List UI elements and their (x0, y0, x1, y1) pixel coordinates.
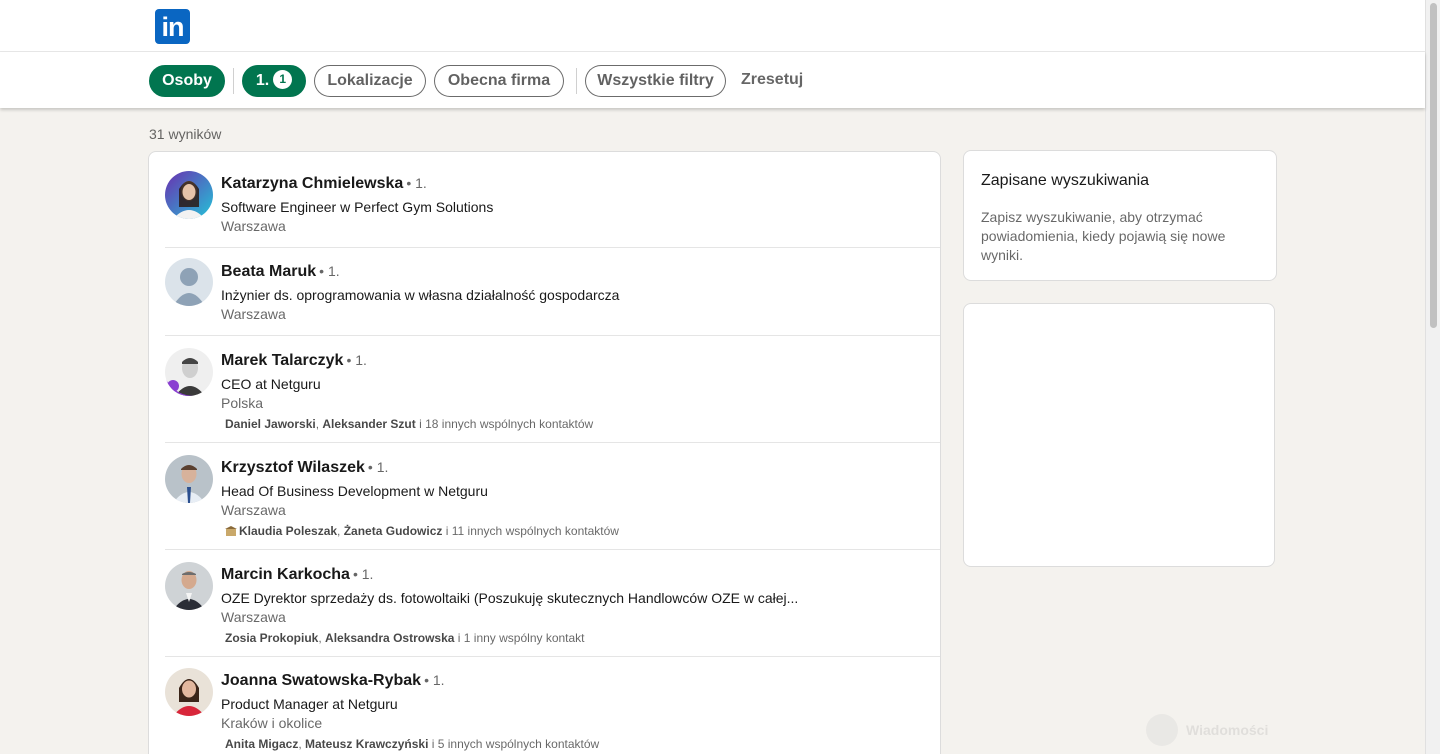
page-scrollbar[interactable] (1425, 0, 1440, 754)
mutual-connections-rest: i 5 innych wspólnych kontaktów (431, 737, 600, 751)
mutual-connections-rest: i 1 inny wspólny kontakt (457, 631, 585, 645)
avatar[interactable] (165, 455, 213, 503)
person-name-link[interactable]: Marek Talarczyk (221, 352, 343, 369)
filter-count-badge: 1 (273, 70, 293, 89)
mutual-connections-rest: i 18 innych wspólnych kontaktów (419, 417, 594, 431)
results-count: 31 wyników (149, 126, 222, 142)
messaging-label: Wiadomości (1186, 722, 1269, 738)
connection-degree: • 1. (367, 459, 389, 475)
connection-degree: • 1. (352, 566, 374, 582)
person-name-link[interactable]: Joanna Swatowska-Rybak (221, 672, 421, 689)
person-location: Kraków i okolice (221, 715, 323, 731)
person-name-link[interactable]: Krzysztof Wilaszek (221, 459, 365, 476)
avatar[interactable] (165, 348, 213, 396)
connection-degree: • 1. (319, 263, 340, 279)
person-location: Polska (221, 395, 264, 411)
result-row[interactable]: Marek Talarczyk • 1. CEO at Netguru Polsk… (149, 336, 940, 443)
filter-locations-button[interactable]: Lokalizacje (314, 65, 426, 97)
mutual-connection-name: Żaneta Gudowicz (343, 524, 443, 538)
connection-degree: • 1. (406, 175, 427, 191)
result-row[interactable]: Joanna Swatowska-Rybak • 1. Product Manag… (149, 657, 940, 754)
person-name-link[interactable]: Marcin Karkocha (221, 566, 350, 583)
result-row[interactable]: Marcin Karkocha • 1. OZE Dyrektor sprzeda… (149, 550, 940, 657)
person-location: Warszawa (221, 609, 286, 625)
filter-people-button[interactable]: Osoby (149, 65, 225, 97)
filter-divider (233, 68, 234, 94)
all-filters-button[interactable]: Wszystkie filtry (585, 65, 726, 97)
filter-divider (576, 68, 577, 94)
reset-filters-button[interactable]: Zresetuj (741, 65, 803, 97)
person-headline: Product Manager at Netguru (221, 696, 398, 712)
connection-degree: • 1. (424, 672, 445, 688)
saved-searches-description: Zapisz wyszukiwanie, aby otrzymać powiad… (981, 209, 1226, 263)
result-row[interactable]: Krzysztof Wilaszek • 1. Head Of Business … (149, 443, 940, 550)
result-row[interactable]: Katarzyna Chmielewska • 1. Software Engin… (149, 152, 940, 248)
avatar[interactable] (165, 258, 213, 306)
mutual-connections[interactable]: Daniel Jaworski, Aleksander Szut i 18 in… (225, 417, 593, 431)
avatar[interactable] (165, 668, 213, 716)
mutual-connection-name: Aleksandra Ostrowska (325, 631, 455, 645)
result-row[interactable]: Beata Maruk • 1. Inżynier ds. oprogramowa… (149, 248, 940, 336)
scrollbar-thumb[interactable] (1430, 3, 1437, 328)
mutual-connections-rest: i 11 innych wspólnych kontaktów (445, 524, 619, 538)
mutual-avatar-icon (225, 525, 237, 536)
person-headline: OZE Dyrektor sprzedaży ds. fotowoltaiki … (221, 590, 799, 606)
person-location: Warszawa (221, 306, 286, 322)
mutual-connection-name: Anita Migacz (225, 737, 299, 751)
person-headline: CEO at Netguru (221, 376, 321, 392)
person-name-link[interactable]: Beata Maruk (221, 263, 316, 280)
saved-searches-title: Zapisane wyszukiwania (981, 172, 1150, 189)
filter-connections-button[interactable]: 1. 1 (242, 65, 306, 97)
avatar[interactable] (165, 562, 213, 610)
search-results-list: Katarzyna Chmielewska • 1. Software Engin… (148, 151, 941, 754)
mutual-connection-name: Aleksander Szut (322, 417, 416, 431)
person-headline: Software Engineer w Perfect Gym Solution… (221, 199, 494, 215)
filter-connections-label: 1. (255, 72, 270, 89)
mutual-connection-name: Klaudia Poleszak (239, 524, 338, 538)
messaging-avatar-icon (1146, 714, 1178, 746)
ad-placeholder (963, 303, 1275, 567)
person-headline: Head Of Business Development w Netguru (221, 483, 488, 499)
saved-searches-card: Zapisane wyszukiwania Zapisz wyszukiwani… (963, 150, 1277, 281)
person-name-link[interactable]: Katarzyna Chmielewska (221, 175, 403, 192)
mutual-connections[interactable]: Klaudia Poleszak, Żaneta Gudowicz i 11 i… (225, 524, 619, 538)
mutual-connection-name: Daniel Jaworski (225, 417, 316, 431)
mutual-connection-name: Zosia Prokopiuk (225, 631, 319, 645)
mutual-connection-name: Mateusz Krawczyński (305, 737, 429, 751)
person-location: Warszawa (221, 502, 286, 518)
person-location: Warszawa (221, 218, 286, 234)
global-nav: in (0, 0, 1425, 52)
person-headline: Inżynier ds. oprogramowania w własna dzi… (221, 287, 620, 303)
connection-degree: • 1. (346, 352, 367, 368)
linkedin-logo-icon[interactable]: in (155, 9, 190, 44)
mutual-connections[interactable]: Anita Migacz, Mateusz Krawczyński i 5 in… (225, 737, 599, 751)
filter-current-company-button[interactable]: Obecna firma (434, 65, 564, 97)
search-filter-bar: Osoby 1. 1 Lokalizacje Obecna firma Wszys… (0, 52, 1425, 108)
avatar[interactable] (165, 171, 213, 219)
mutual-connections[interactable]: Zosia Prokopiuk, Aleksandra Ostrowska i … (225, 631, 585, 645)
